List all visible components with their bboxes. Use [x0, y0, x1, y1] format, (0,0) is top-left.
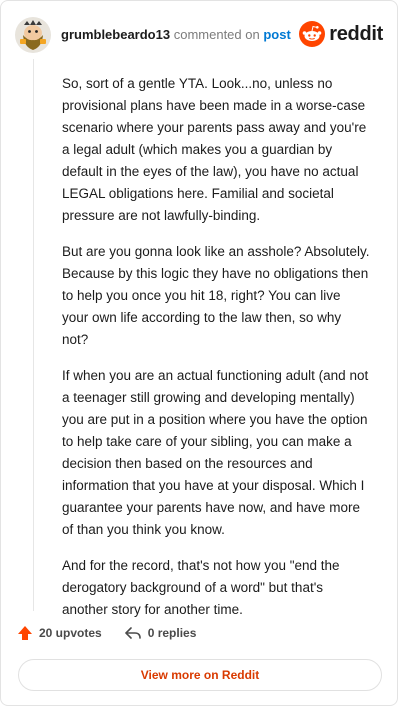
reddit-logo[interactable]: reddit [299, 21, 383, 47]
comment-body: So, sort of a gentle YTA. Look...no, unl… [62, 73, 370, 635]
upvote-count: 20 upvotes [39, 626, 102, 640]
comment-header: grumblebeardo13 commented on post reddit [15, 15, 383, 55]
view-more-on-reddit-button[interactable]: View more on Reddit [18, 659, 382, 691]
bearded-face-avatar-icon [15, 17, 51, 53]
replies-button[interactable]: 0 replies [124, 625, 197, 641]
reply-count: 0 replies [147, 626, 197, 640]
comment-paragraph: And for the record, that's not how you "… [62, 558, 340, 617]
avatar[interactable] [15, 17, 51, 53]
embedded-comment-card: grumblebeardo13 commented on post reddit… [0, 0, 398, 706]
comment-attribution: grumblebeardo13 commented on post [61, 27, 291, 43]
thread-line[interactable] [33, 59, 34, 611]
view-more-label: View more on Reddit [140, 668, 260, 682]
comment-paragraph: But are you gonna look like an asshole? … [62, 244, 370, 347]
comment-actions: 20 upvotes 0 replies [17, 625, 218, 641]
username-link[interactable]: grumblebeardo13 [61, 27, 170, 42]
reply-arrow-icon [124, 627, 141, 639]
comment-paragraph: So, sort of a gentle YTA. Look...no, unl… [62, 76, 367, 223]
brand-wordmark: reddit [329, 22, 383, 45]
reddit-snoo-icon [299, 21, 326, 47]
comment-paragraph: If when you are an actual functioning ad… [62, 368, 369, 537]
commented-on-text: commented on [173, 27, 260, 42]
upvote-arrow-icon [18, 626, 32, 640]
post-link[interactable]: post [263, 27, 290, 42]
upvote-button[interactable]: 20 upvotes [17, 625, 102, 641]
